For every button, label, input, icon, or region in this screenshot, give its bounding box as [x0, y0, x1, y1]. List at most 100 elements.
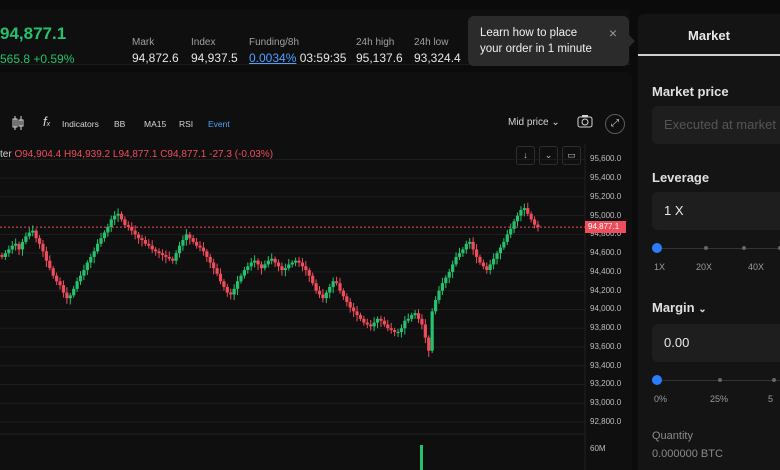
- candle-body: [89, 256, 93, 263]
- candle-body: [270, 258, 274, 261]
- candle-body: [17, 243, 21, 250]
- candle-body: [307, 270, 311, 276]
- candle-body: [485, 266, 489, 271]
- slider-tick: [704, 246, 708, 250]
- y-tick-label: 94,600.0: [590, 248, 622, 258]
- candle-body: [365, 322, 369, 325]
- candle-body: [164, 255, 168, 257]
- margin-input[interactable]: 0.00: [652, 324, 780, 362]
- candle-body: [317, 290, 322, 295]
- candle-body: [324, 292, 328, 299]
- candle-body: [529, 213, 533, 220]
- candle-body: [177, 245, 182, 254]
- market-price-input[interactable]: Executed at market price: [652, 106, 780, 144]
- y-tick-label: 94,000.0: [590, 304, 622, 314]
- funding-rate-link[interactable]: 0.0034%: [249, 51, 296, 65]
- order-panel: Market Market price Executed at market p…: [638, 14, 780, 470]
- volume-bar: [420, 445, 423, 470]
- candle-body: [423, 324, 427, 338]
- tooltip-line-2: your order in 1 minute: [480, 43, 592, 55]
- candle-body: [239, 275, 243, 282]
- y-tick-label: 94,400.0: [590, 266, 622, 276]
- leverage-input[interactable]: 1 X: [652, 192, 780, 230]
- candle-body: [48, 260, 52, 269]
- candle-body: [235, 281, 240, 289]
- candle-body: [328, 286, 332, 293]
- leverage-tick-1x: 1X: [654, 262, 666, 272]
- candle-body: [519, 210, 523, 216]
- last-price-tag: 94,877.1: [585, 221, 626, 234]
- candle-body: [433, 300, 438, 312]
- candle-body: [447, 271, 451, 278]
- candle-body: [297, 260, 301, 263]
- y-tick-label: 95,200.0: [590, 191, 622, 201]
- candle-body: [0, 255, 4, 257]
- candle-body: [232, 288, 236, 295]
- candle-body: [382, 320, 386, 325]
- candle-body: [488, 264, 492, 271]
- candle-body: [171, 258, 175, 261]
- candle-body: [82, 270, 86, 276]
- candle-body: [498, 247, 503, 254]
- candle-body: [396, 331, 400, 333]
- candle-body: [379, 318, 383, 321]
- last-price: 94,877.1: [0, 24, 67, 43]
- funding-label: Funding/8h: [249, 37, 300, 48]
- high-value: 95,137.6: [356, 51, 403, 65]
- volume-axis-label: 60M: [590, 444, 606, 453]
- candle-body: [355, 311, 359, 316]
- candle-body: [24, 236, 28, 242]
- candle-body: [399, 328, 404, 332]
- candle-body: [143, 240, 147, 244]
- candle-body: [167, 256, 171, 259]
- candle-body: [372, 322, 376, 327]
- candle-body: [68, 295, 72, 299]
- candle-body: [280, 266, 284, 271]
- candle-body: [157, 251, 161, 254]
- close-icon[interactable]: ×: [609, 25, 617, 41]
- candle-body: [205, 251, 209, 257]
- candle-body: [218, 273, 223, 282]
- y-tick-label: 93,400.0: [590, 360, 622, 370]
- leverage-slider-track[interactable]: [658, 248, 780, 249]
- candle-body: [468, 241, 472, 244]
- margin-label-text: Margin: [652, 300, 695, 315]
- leverage-slider-handle[interactable]: [652, 243, 662, 253]
- candle-body: [416, 313, 421, 319]
- candle-body: [3, 253, 8, 257]
- price-change: 565.8 +0.59%: [0, 52, 75, 66]
- candle-body: [253, 260, 257, 263]
- candle-body: [222, 281, 226, 287]
- candle-body: [37, 238, 42, 244]
- candle-body: [51, 268, 55, 276]
- candle-body: [393, 330, 397, 332]
- candle-body: [341, 290, 346, 297]
- candle-body: [505, 234, 509, 242]
- candle-body: [406, 318, 410, 321]
- candlestick-chart[interactable]: [0, 72, 632, 470]
- candle-body: [130, 226, 134, 231]
- candle-body: [150, 245, 154, 250]
- candle-body: [283, 268, 287, 271]
- tab-market[interactable]: Market: [638, 14, 780, 56]
- candle-body: [495, 253, 499, 259]
- margin-label[interactable]: Margin ⌄: [652, 300, 707, 315]
- margin-tick-50: 5: [768, 394, 774, 404]
- candle-body: [287, 264, 291, 269]
- leverage-tick-40x: 40X: [748, 262, 765, 272]
- candle-body: [314, 283, 318, 291]
- candle-body: [188, 234, 192, 239]
- candle-body: [106, 226, 110, 233]
- candle-body: [515, 215, 520, 222]
- candle-body: [478, 256, 482, 263]
- candle-body: [116, 213, 120, 216]
- margin-tick-0: 0%: [654, 394, 668, 404]
- y-tick-label: 93,200.0: [590, 379, 622, 389]
- margin-slider-handle[interactable]: [652, 375, 662, 385]
- y-tick-label: 95,600.0: [590, 154, 622, 164]
- candle-body: [191, 238, 195, 242]
- candle-body: [95, 243, 100, 252]
- mark-label: Mark: [132, 37, 155, 48]
- mark-value: 94,872.6: [132, 51, 179, 65]
- index-value: 94,937.5: [191, 51, 238, 65]
